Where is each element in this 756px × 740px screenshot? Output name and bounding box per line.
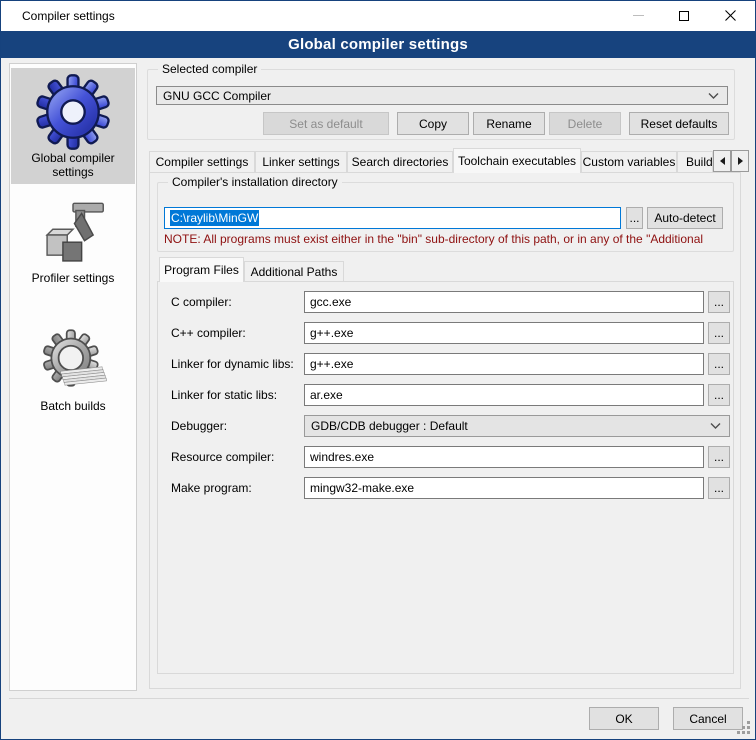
make-program-browse-button[interactable]: ... [708,477,730,499]
auto-detect-button[interactable]: Auto-detect [647,207,723,229]
dynamic-linker-browse-button[interactable]: ... [708,353,730,375]
c-compiler-input[interactable]: gcc.exe [304,291,704,313]
subtab-program-files[interactable]: Program Files [159,257,244,282]
c-compiler-value: gcc.exe [310,295,351,309]
maximize-button[interactable] [661,1,707,30]
installation-note: NOTE: All programs must exist either in … [164,232,730,246]
sidebar-item-label: Profiler settings [32,271,115,285]
maximize-icon [679,11,689,21]
cpp-compiler-value: g++.exe [310,326,353,340]
debugger-select[interactable]: GDB/CDB debugger : Default [304,415,730,437]
cpp-compiler-browse-button[interactable]: ... [708,322,730,344]
subtab-additional-paths[interactable]: Additional Paths [244,261,344,281]
arrow-left-icon [720,157,725,165]
static-linker-value: ar.exe [310,388,343,402]
make-program-label: Make program: [171,481,252,495]
copy-button[interactable]: Copy [397,112,469,135]
chevron-down-icon [708,92,719,99]
dynamic-linker-input[interactable]: g++.exe [304,353,704,375]
browse-directory-button[interactable]: ... [626,207,643,229]
c-compiler-browse-button[interactable]: ... [708,291,730,313]
gear-stack-icon [36,327,110,399]
debugger-select-value: GDB/CDB debugger : Default [311,419,468,433]
tab-search-directories[interactable]: Search directories [347,151,453,172]
sidebar-item-label: Batch builds [40,399,105,413]
static-linker-input[interactable]: ar.exe [304,384,704,406]
sidebar-item-profiler-settings[interactable]: Profiler settings [11,192,135,297]
resource-compiler-browse-button[interactable]: ... [708,446,730,468]
gear-icon [34,73,112,151]
dynamic-linker-label: Linker for dynamic libs: [171,357,294,371]
selected-path-text: C:\raylib\MinGW [170,210,259,226]
chevron-down-icon [710,423,721,430]
rename-button[interactable]: Rename [473,112,545,135]
static-linker-browse-button[interactable]: ... [708,384,730,406]
installation-directory-group-label: Compiler's installation directory [168,175,342,189]
dynamic-linker-value: g++.exe [310,357,353,371]
reset-defaults-button[interactable]: Reset defaults [629,112,729,135]
tab-toolchain-executables[interactable]: Toolchain executables [453,148,581,173]
resource-compiler-label: Resource compiler: [171,450,274,464]
sidebar-item-label: settings [52,165,93,179]
selected-compiler-group-label: Selected compiler [158,62,261,76]
tab-scroll-left-button[interactable] [713,150,731,172]
minimize-icon [633,15,644,16]
resource-compiler-value: windres.exe [310,450,374,464]
window-title: Compiler settings [22,9,115,23]
cancel-button[interactable]: Cancel [673,707,743,730]
c-compiler-label: C compiler: [171,295,232,309]
debugger-label: Debugger: [171,419,227,433]
minimize-button[interactable] [615,1,661,30]
sidebar-item-batch-builds[interactable]: Batch builds [11,319,135,419]
set-as-default-button[interactable]: Set as default [263,112,389,135]
make-program-value: mingw32-make.exe [310,481,414,495]
dialog-header: Global compiler settings [1,31,755,58]
tab-scroll-right-button[interactable] [731,150,749,172]
cpp-compiler-input[interactable]: g++.exe [304,322,704,344]
caliper-icon [36,199,110,271]
compiler-settings-dialog: Compiler settings Global compiler settin… [0,0,756,740]
delete-button[interactable]: Delete [549,112,621,135]
dialog-header-title: Global compiler settings [288,36,468,53]
ok-button[interactable]: OK [589,707,659,730]
resource-compiler-input[interactable]: windres.exe [304,446,704,468]
close-button[interactable] [707,1,753,30]
make-program-input[interactable]: mingw32-make.exe [304,477,704,499]
cpp-compiler-label: C++ compiler: [171,326,246,340]
sidebar-item-label: Global compiler [31,151,114,165]
sidebar-item-global-compiler-settings[interactable]: Global compiler settings [11,68,135,184]
tab-build-options-clipped[interactable]: Build options [677,151,713,172]
compiler-select[interactable]: GNU GCC Compiler [156,86,728,105]
static-linker-label: Linker for static libs: [171,388,277,402]
tab-custom-variables[interactable]: Custom variables [581,151,677,172]
installation-directory-input[interactable]: C:\raylib\MinGW [164,207,621,229]
tab-linker-settings[interactable]: Linker settings [255,151,347,172]
resize-grip[interactable] [737,721,751,735]
close-icon [725,10,736,21]
settings-category-list: Global compiler settings Profiler settin… [9,63,137,691]
arrow-right-icon [738,157,743,165]
footer-separator [9,698,749,699]
compiler-select-value: GNU GCC Compiler [163,89,271,103]
tab-compiler-settings[interactable]: Compiler settings [149,151,255,172]
